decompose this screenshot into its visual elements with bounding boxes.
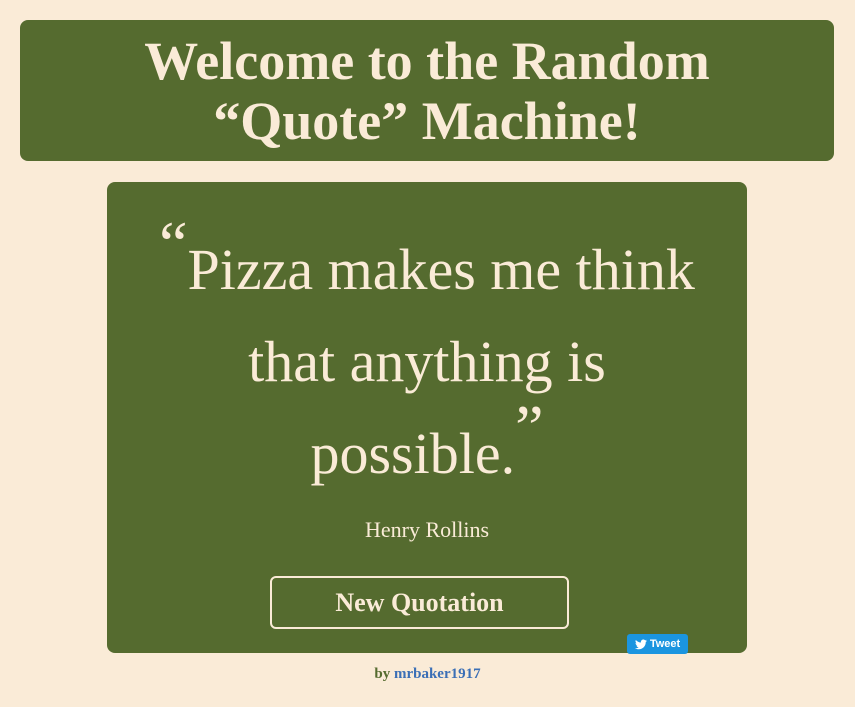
quote-text-block: “Pizza makes me think that anything is p… bbox=[127, 212, 727, 500]
open-quote-mark: “ bbox=[159, 208, 188, 279]
footer: by mrbaker1917 bbox=[0, 665, 855, 683]
quote-box: “Pizza makes me think that anything is p… bbox=[107, 182, 747, 654]
author-link[interactable]: mrbaker1917 bbox=[394, 666, 481, 682]
new-quotation-button[interactable]: New Quotation bbox=[270, 576, 569, 629]
tweet-label: Tweet bbox=[649, 638, 681, 650]
quote-author: Henry Rollins bbox=[364, 517, 490, 542]
page-header: Welcome to the Random “Quote” Machine! bbox=[20, 20, 834, 161]
twitter-bird-icon bbox=[634, 639, 647, 649]
close-quote-mark: ” bbox=[515, 392, 544, 463]
quote-text: Pizza makes me think that anything is po… bbox=[187, 237, 695, 486]
footer-by-label: by bbox=[374, 666, 391, 682]
page-title: Welcome to the Random “Quote” Machine! bbox=[144, 30, 710, 151]
tweet-button[interactable]: Tweet bbox=[627, 634, 688, 654]
